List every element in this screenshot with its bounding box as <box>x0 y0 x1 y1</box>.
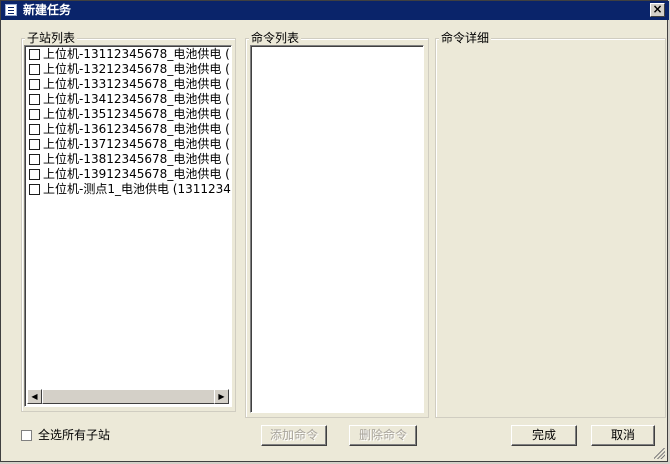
command-list-group: 命令列表 <box>245 31 429 418</box>
command-details-label: 命令详细 <box>439 31 492 46</box>
station-item[interactable]: 上位机-13912345678_电池供电 (139123 <box>29 167 231 182</box>
station-item[interactable]: 上位机-13412345678_电池供电 (134123 <box>29 92 231 107</box>
station-checkbox[interactable] <box>29 94 40 105</box>
new-task-dialog: 新建任务 × 子站列表 上位机-13112345678_电池供电 (131123… <box>0 0 669 462</box>
window-icon <box>5 4 17 16</box>
station-label: 上位机-13112345678_电池供电 (131123 <box>43 47 231 61</box>
delete-command-button[interactable]: 删除命令 <box>349 425 417 446</box>
command-list[interactable] <box>250 45 424 413</box>
station-checkbox[interactable] <box>29 49 40 60</box>
scroll-right-icon[interactable]: ▶ <box>214 389 229 404</box>
select-all-stations[interactable]: 全选所有子站 <box>21 428 110 442</box>
select-all-label: 全选所有子站 <box>38 428 111 442</box>
station-label: 上位机-13812345678_电池供电 (138123 <box>43 152 231 166</box>
title-bar[interactable]: 新建任务 × <box>1 1 669 20</box>
station-label: 上位机-13212345678_电池供电 (132123 <box>43 62 231 76</box>
station-item[interactable]: 上位机-13512345678_电池供电 (135123 <box>29 107 231 122</box>
scrollbar-thumb[interactable] <box>42 389 215 404</box>
station-item[interactable]: 上位机-测点1_电池供电 (13112345679) <box>29 182 231 197</box>
station-label: 上位机-13412345678_电池供电 (134123 <box>43 92 231 106</box>
station-item[interactable]: 上位机-13312345678_电池供电 (133123 <box>29 77 231 92</box>
station-label: 上位机-测点1_电池供电 (13112345679) <box>43 182 231 196</box>
command-details-group: 命令详细 <box>435 31 666 418</box>
station-checkbox[interactable] <box>29 169 40 180</box>
station-label: 上位机-13612345678_电池供电 (136123 <box>43 122 231 136</box>
command-list-label: 命令列表 <box>249 31 302 46</box>
resize-grip-icon[interactable] <box>654 448 665 459</box>
station-label: 上位机-13312345678_电池供电 (133123 <box>43 77 231 91</box>
station-checkbox[interactable] <box>29 184 40 195</box>
station-item[interactable]: 上位机-13612345678_电池供电 (136123 <box>29 122 231 137</box>
station-checkbox[interactable] <box>29 64 40 75</box>
select-all-checkbox[interactable] <box>21 430 32 441</box>
scroll-left-icon[interactable]: ◀ <box>27 389 42 404</box>
station-list[interactable]: 上位机-13112345678_电池供电 (131123 上位机-1321234… <box>24 45 232 407</box>
finish-button[interactable]: 完成 <box>511 425 577 446</box>
horizontal-scrollbar[interactable]: ◀ ▶ <box>27 389 229 404</box>
station-label: 上位机-13512345678_电池供电 (135123 <box>43 107 231 121</box>
station-item[interactable]: 上位机-13812345678_电池供电 (138123 <box>29 152 231 167</box>
station-item[interactable]: 上位机-13712345678_电池供电 (137123 <box>29 137 231 152</box>
station-checkbox[interactable] <box>29 79 40 90</box>
station-checkbox[interactable] <box>29 109 40 120</box>
cancel-button[interactable]: 取消 <box>591 425 655 446</box>
station-checkbox[interactable] <box>29 139 40 150</box>
station-checkbox[interactable] <box>29 154 40 165</box>
close-button[interactable]: × <box>650 3 665 17</box>
station-label: 上位机-13912345678_电池供电 (139123 <box>43 167 231 181</box>
add-command-button[interactable]: 添加命令 <box>261 425 327 446</box>
station-item[interactable]: 上位机-13112345678_电池供电 (131123 <box>29 47 231 62</box>
station-list-label: 子站列表 <box>25 31 78 46</box>
station-list-group: 子站列表 上位机-13112345678_电池供电 (131123 上位机-13… <box>21 31 236 412</box>
station-label: 上位机-13712345678_电池供电 (137123 <box>43 137 231 151</box>
station-item[interactable]: 上位机-13212345678_电池供电 (132123 <box>29 62 231 77</box>
window-title: 新建任务 <box>23 3 72 17</box>
station-checkbox[interactable] <box>29 124 40 135</box>
